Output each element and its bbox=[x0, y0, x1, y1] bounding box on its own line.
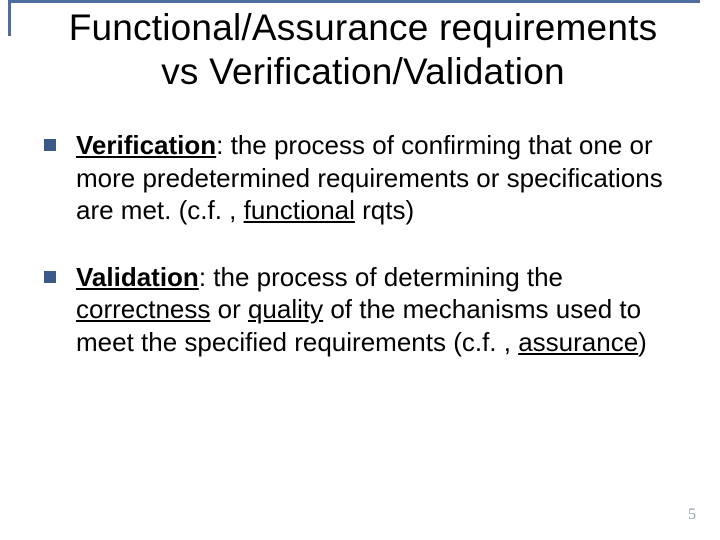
bullet-body: the process of determining the bbox=[213, 262, 563, 292]
slide-body: Verification: the process of confirming … bbox=[0, 99, 720, 358]
bullet-underline: functional bbox=[244, 195, 355, 225]
bullet-text: Verification: the process of confirming … bbox=[76, 129, 676, 227]
bullet-body: rqts) bbox=[355, 195, 414, 225]
bullet-underline: assurance bbox=[518, 327, 638, 357]
bullet-colon: : bbox=[216, 130, 230, 160]
title-rule-top bbox=[8, 0, 700, 3]
square-bullet-icon bbox=[44, 139, 56, 151]
bullet-body: or bbox=[210, 294, 248, 324]
title-block: Functional/Assurance requirements vs Ver… bbox=[0, 0, 720, 99]
slide-title: Functional/Assurance requirements vs Ver… bbox=[20, 6, 700, 93]
square-bullet-icon bbox=[44, 271, 56, 283]
bullet-body: ) bbox=[638, 327, 647, 357]
bullet-underline: quality bbox=[248, 294, 323, 324]
bullet-colon: : bbox=[199, 262, 213, 292]
bullet-text: Validation: the process of determining t… bbox=[76, 261, 676, 359]
bullet-item: Verification: the process of confirming … bbox=[44, 129, 676, 227]
bullet-item: Validation: the process of determining t… bbox=[44, 261, 676, 359]
title-line-2: vs Verification/Validation bbox=[161, 51, 565, 92]
bullet-lead: Verification bbox=[76, 130, 216, 160]
title-line-1: Functional/Assurance requirements bbox=[69, 7, 658, 48]
slide: Functional/Assurance requirements vs Ver… bbox=[0, 0, 720, 540]
page-number: 5 bbox=[688, 506, 696, 524]
title-rule-left bbox=[8, 0, 11, 36]
bullet-lead: Validation bbox=[76, 262, 199, 292]
bullet-underline: correctness bbox=[76, 294, 210, 324]
